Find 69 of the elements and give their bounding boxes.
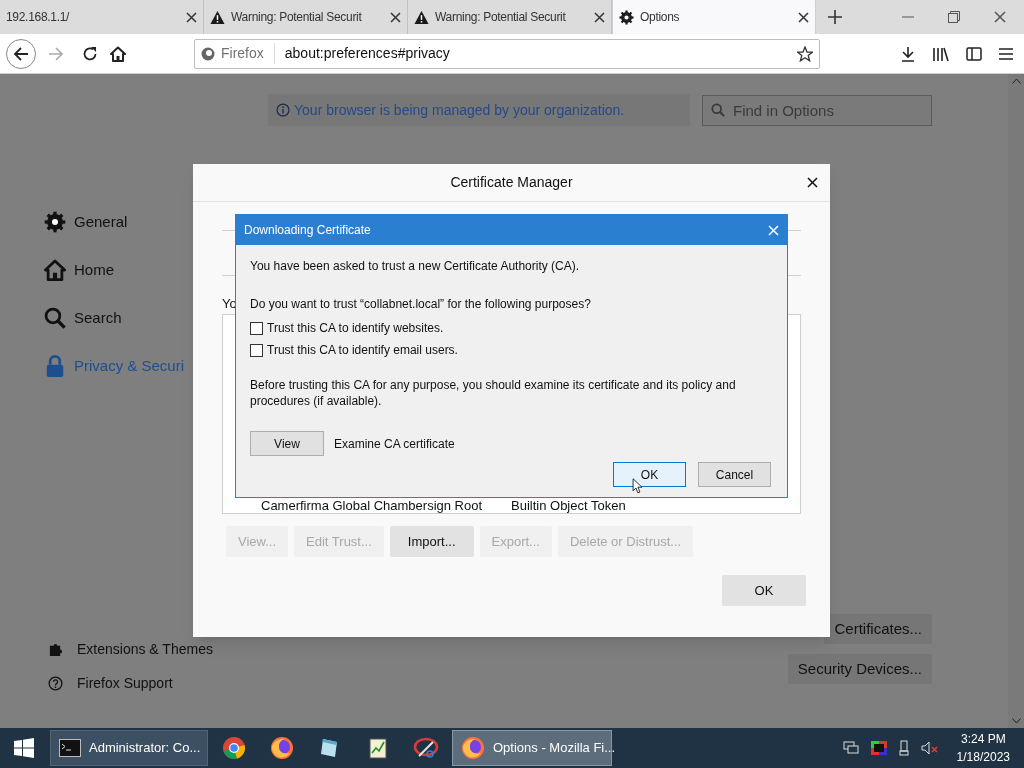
home-icon [110,45,126,62]
clock-time: 3:24 PM [960,731,1006,748]
sidebar-link[interactable]: Extensions & Themes [44,632,230,666]
dialog-title: Downloading Certificate [244,222,371,239]
star-icon [797,45,813,62]
forward-icon [48,45,64,62]
search-field[interactable]: Find in Options [702,94,932,126]
note-text: Before trusting this CA for any purpose, you should examine its certificate and its policy and procedures (if available). [250,377,737,409]
restore-icon [948,11,960,23]
identity-label: Firefox [221,43,275,64]
close-icon[interactable] [807,177,818,188]
checkbox-option[interactable]: Trust this CA to identify websites. [250,317,773,339]
browser-tab[interactable]: Options [612,0,816,34]
close-icon [994,11,1006,23]
view-button[interactable]: View [250,431,324,456]
close-icon[interactable] [594,11,605,23]
question-text: Do you want to trust “collabnet.local” for the following purposes? [250,296,592,313]
warning-icon [210,9,225,25]
close-icon[interactable] [186,11,197,23]
checkbox-option[interactable]: Trust this CA to identify email users. [250,339,773,361]
sidebar-item[interactable]: Home [44,246,230,294]
library-icon [932,45,950,62]
help-icon [48,675,63,691]
download-icon [900,45,916,62]
dialog-button[interactable]: Cancel [698,462,771,487]
menu-icon [998,45,1014,62]
home-icon [44,259,66,281]
dialog-button[interactable]: OK [613,462,686,487]
back-icon [13,45,29,62]
dialog-button[interactable]: Import... [389,526,474,557]
taskbar-button[interactable]: Administrator: Co... [50,730,208,766]
muted-speaker-icon [920,741,939,755]
page-button[interactable]: Security Devices... [787,654,932,684]
network-icon [842,741,859,755]
dialog-title: Certificate Manager [450,173,573,192]
usb-icon [898,740,909,756]
sidebar-link[interactable]: Firefox Support [44,666,230,700]
puzzle-icon [48,641,63,657]
clock-date: 1/18/2023 [956,749,1010,766]
search-icon [44,307,66,329]
page-button[interactable]: Certificates... [824,614,932,644]
sidebar-icon [966,45,982,62]
reload-icon [82,45,98,62]
gear-icon [44,211,66,233]
url-text: about:preferences#privacy [283,44,451,63]
warning-icon [414,9,429,25]
lock-icon [44,355,66,377]
scroll-down-icon [1011,718,1021,724]
new-tab-icon [828,10,842,24]
table-cell: Builtin Object Token [511,497,626,513]
close-icon[interactable] [798,11,809,23]
taskbar-button[interactable]: Options - Mozilla Fi... [452,730,612,766]
search-icon [711,102,725,117]
sidebar-item[interactable]: General [44,198,230,246]
close-icon[interactable] [390,11,401,23]
terminal-icon [59,739,81,757]
scroll-up-icon [1011,78,1021,84]
address-bar[interactable]: Firefox about:preferences#privacy [194,38,820,69]
managed-notice: Your browser is being managed by your organization. [294,100,625,120]
windows-icon [14,738,34,758]
scrollbar[interactable] [1008,74,1024,728]
info-icon [276,103,290,117]
ok-button[interactable]: OK [722,575,806,606]
message-text: You have been asked to trust a new Certificate Authority (CA). [250,258,581,275]
display-icon [870,741,887,755]
view-label: Examine CA certificate [334,435,455,453]
gear-icon [619,9,634,25]
cursor-icon [632,478,643,494]
table-cell-text: Camerfirma Global Chambersign Root [261,497,484,513]
